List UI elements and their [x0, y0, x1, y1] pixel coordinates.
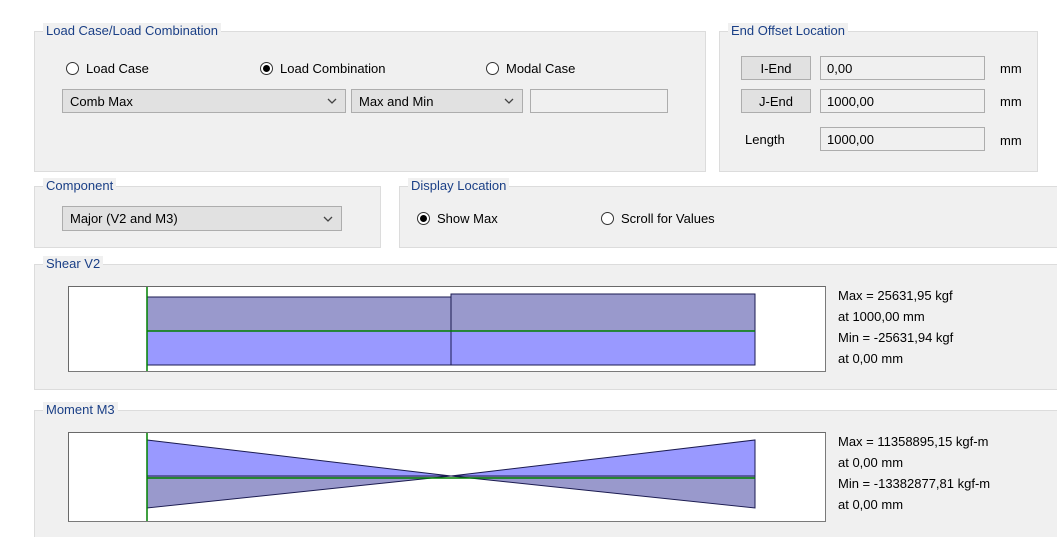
radio-scroll-values-circle[interactable]: [601, 212, 614, 225]
shear-max-at: at 1000,00 mm: [838, 309, 925, 324]
moment-max-text: Max = 11358895,15 kgf-m: [838, 434, 989, 449]
i-end-field[interactable]: 0,00: [820, 56, 985, 80]
moment-group-title: Moment M3: [43, 402, 118, 418]
shear-upper-left: [146, 296, 452, 332]
moment-diagram: [68, 432, 826, 522]
moment-info: Max = 11358895,15 kgf-m at 0,00 mm Min =…: [838, 431, 990, 515]
mode-select-value: Max and Min: [359, 93, 434, 109]
moment-min-text: Min = -13382877,81 kgf-m: [838, 476, 991, 491]
component-select[interactable]: Major (V2 and M3): [62, 206, 342, 231]
shear-max-text: Max = 25631,95 kgf: [838, 288, 953, 303]
radio-load-case-circle[interactable]: [66, 62, 79, 75]
j-end-button[interactable]: J-End: [741, 89, 811, 113]
combination-select-value: Comb Max: [70, 93, 133, 109]
mode-select[interactable]: Max and Min: [351, 89, 523, 113]
j-end-unit: mm: [1000, 94, 1022, 109]
radio-modal-case-circle[interactable]: [486, 62, 499, 75]
display-location-group-title: Display Location: [408, 178, 510, 194]
chevron-down-icon: [327, 98, 337, 104]
shear-lower-right: [450, 330, 756, 366]
radio-show-max-circle[interactable]: [417, 212, 430, 225]
shear-diagram: [68, 286, 826, 372]
end-offset-group-title: End Offset Location: [728, 23, 848, 39]
radio-show-max-label: Show Max: [437, 211, 498, 226]
shear-diagram-svg: [146, 287, 756, 371]
shear-lower-left: [146, 330, 452, 366]
radio-load-combination-circle[interactable]: [260, 62, 273, 75]
radio-load-case-label: Load Case: [86, 61, 149, 76]
component-select-value: Major (V2 and M3): [70, 211, 178, 226]
chevron-down-icon: [323, 216, 333, 222]
shear-info: Max = 25631,95 kgf at 1000,00 mm Min = -…: [838, 285, 953, 369]
radio-show-max[interactable]: Show Max: [417, 211, 498, 226]
shear-group-title: Shear V2: [43, 256, 104, 272]
moment-diagram-svg: [146, 433, 756, 521]
chevron-down-icon: [504, 98, 514, 104]
radio-modal-case-label: Modal Case: [506, 61, 576, 76]
radio-load-combination-label: Load Combination: [280, 61, 386, 76]
shear-min-at: at 0,00 mm: [838, 351, 904, 366]
radio-scroll-values-label: Scroll for Values: [621, 211, 715, 226]
component-group-title: Component: [43, 178, 117, 194]
i-end-button[interactable]: I-End: [741, 56, 811, 80]
shear-min-text: Min = -25631,94 kgf: [838, 330, 954, 345]
length-field: 1000,00: [820, 127, 985, 151]
radio-load-case[interactable]: Load Case: [66, 61, 149, 76]
moment-max-at: at 0,00 mm: [838, 455, 904, 470]
extra-field[interactable]: [530, 89, 668, 113]
shear-upper-right: [450, 293, 756, 332]
i-end-unit: mm: [1000, 61, 1022, 76]
moment-lower-right: [450, 475, 756, 509]
moment-upper-left: [146, 439, 452, 477]
radio-load-combination[interactable]: Load Combination: [260, 61, 386, 76]
length-unit: mm: [1000, 133, 1022, 148]
j-end-field[interactable]: 1000,00: [820, 89, 985, 113]
moment-min-at: at 0,00 mm: [838, 497, 904, 512]
radio-modal-case[interactable]: Modal Case: [486, 61, 575, 76]
moment-lower-left: [146, 475, 452, 509]
radio-scroll-values[interactable]: Scroll for Values: [601, 211, 715, 226]
load-case-group-title: Load Case/Load Combination: [43, 23, 222, 39]
combination-select[interactable]: Comb Max: [62, 89, 346, 113]
moment-upper-right: [450, 439, 756, 477]
length-label: Length: [745, 132, 785, 147]
